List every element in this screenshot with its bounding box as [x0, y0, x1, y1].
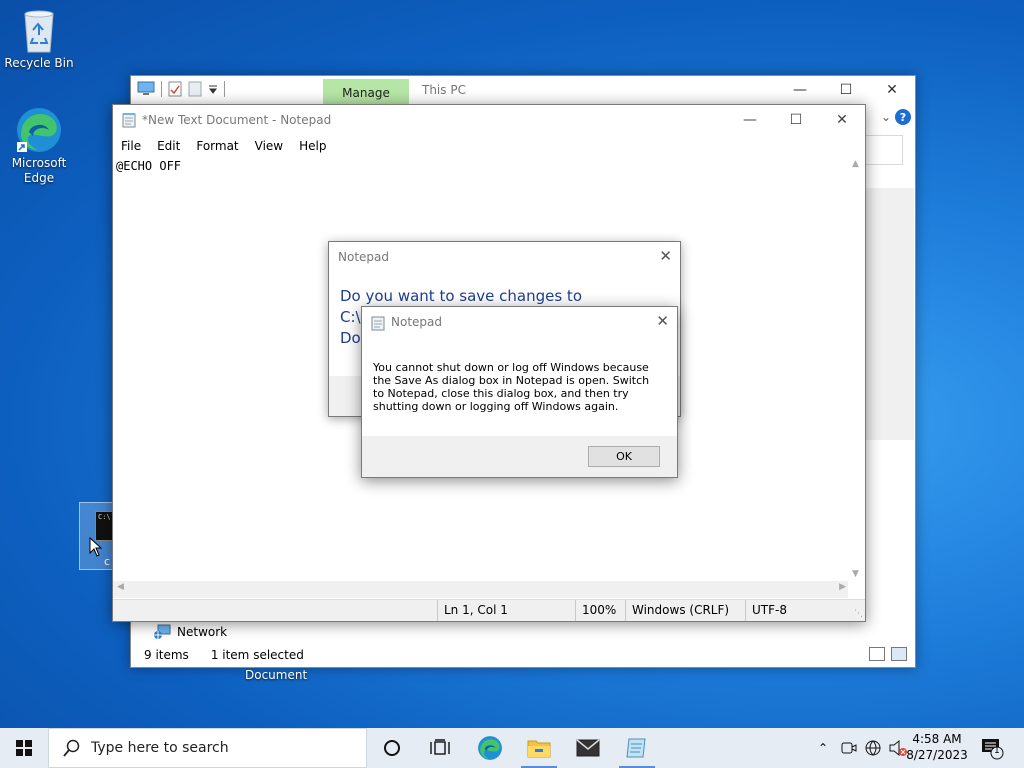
- show-hidden-icons-icon[interactable]: ⌃: [814, 741, 832, 755]
- save-question-line: Do you want to save changes to: [340, 287, 582, 305]
- task-view-button[interactable]: [416, 728, 464, 768]
- desktop-icon-label: Microsoft Edge: [11, 156, 67, 185]
- desktop-icon-edge[interactable]: Microsoft Edge: [2, 106, 76, 186]
- action-center-button[interactable]: 1: [980, 736, 1004, 763]
- customize-toolbar-icon[interactable]: [208, 83, 218, 95]
- notepad-titlebar[interactable]: *New Text Document - Notepad — ☐ ✕: [113, 105, 865, 136]
- toolbar-divider: [224, 81, 225, 97]
- help-icon[interactable]: ?: [895, 109, 911, 125]
- notification-count: 1: [994, 746, 1000, 756]
- network-globe-icon[interactable]: [864, 739, 882, 757]
- scroll-left-icon[interactable]: ◀: [117, 582, 124, 592]
- start-button[interactable]: [0, 728, 48, 768]
- vertical-scrollbar[interactable]: ▲ ▼: [848, 157, 865, 581]
- details-view-icon[interactable]: [869, 647, 885, 661]
- edge-icon: [478, 736, 502, 760]
- zoom-level: 100%: [575, 600, 616, 621]
- chevron-down-icon[interactable]: ⌄: [881, 110, 891, 124]
- search-icon: [63, 739, 80, 757]
- scroll-up-icon[interactable]: ▲: [852, 159, 859, 169]
- nav-item-label: Network: [177, 625, 228, 639]
- taskbar-search[interactable]: Type here to search: [48, 728, 367, 768]
- notepad-icon: [371, 316, 385, 331]
- dialog-button-area: OK: [362, 436, 677, 477]
- close-icon[interactable]: ✕: [656, 312, 669, 330]
- cursor-position: Ln 1, Col 1: [437, 600, 508, 621]
- taskbar-notepad[interactable]: [613, 728, 661, 768]
- menu-file[interactable]: File: [113, 137, 149, 157]
- horizontal-scrollbar[interactable]: ◀ ▶: [113, 581, 848, 598]
- cortana-button[interactable]: [368, 728, 416, 768]
- close-button[interactable]: ✕: [819, 105, 865, 135]
- item-count: 9 items: [144, 648, 189, 662]
- notepad-icon: [122, 113, 136, 128]
- recycle-bin-icon: [24, 10, 54, 53]
- minimize-button[interactable]: —: [727, 105, 773, 135]
- taskbar: Type here to search ⌃ 4:58 AM 8/27/2023 …: [0, 728, 1024, 768]
- system-tray: ⌃: [814, 728, 908, 768]
- taskbar-file-explorer[interactable]: [515, 728, 563, 768]
- meet-now-icon[interactable]: [840, 740, 858, 756]
- quick-access-toolbar: [137, 81, 225, 97]
- tab-manage[interactable]: Manage: [323, 79, 409, 106]
- desktop-document-label: Document: [245, 668, 308, 682]
- resize-grip-icon[interactable]: ⋱: [854, 609, 863, 619]
- task-view-icon: [430, 739, 450, 755]
- maximize-button[interactable]: ☐: [823, 76, 869, 104]
- close-icon[interactable]: ✕: [659, 247, 672, 265]
- menu-bar: File Edit Format View Help: [113, 137, 334, 157]
- shutdown-blocked-dialog[interactable]: Notepad ✕ You cannot shut down or log of…: [361, 306, 678, 478]
- encoding: UTF-8: [745, 600, 787, 621]
- desktop-icon-recycle-bin[interactable]: Recycle Bin: [2, 8, 76, 71]
- explorer-status-bar: 9 items 1 item selected: [144, 648, 304, 662]
- view-toggle: [869, 647, 907, 661]
- computer-icon[interactable]: [137, 81, 155, 97]
- windows-logo-icon: [16, 740, 32, 756]
- toolbar-divider: [161, 81, 162, 97]
- network-icon: [154, 624, 171, 639]
- notification-icon: [982, 739, 1004, 760]
- dialog-title: Notepad: [338, 250, 389, 264]
- menu-help[interactable]: Help: [291, 137, 334, 157]
- notepad-title: *New Text Document - Notepad: [142, 113, 332, 127]
- explorer-titlebar[interactable]: Manage This PC — ☐ ✕: [131, 76, 915, 106]
- desktop-icon-label: Recycle Bin: [4, 56, 74, 70]
- edge-icon: [17, 108, 61, 152]
- folder-icon: [527, 740, 551, 758]
- mail-icon: [576, 739, 600, 757]
- scroll-down-icon[interactable]: ▼: [852, 569, 859, 579]
- minimize-button[interactable]: —: [777, 76, 823, 104]
- taskbar-mail[interactable]: [564, 728, 612, 768]
- scroll-right-icon[interactable]: ▶: [839, 582, 846, 592]
- clock-time: 4:58 AM: [912, 732, 962, 746]
- dialog-message: You cannot shut down or log off Windows …: [373, 361, 650, 413]
- ok-button[interactable]: OK: [588, 446, 660, 467]
- menu-edit[interactable]: Edit: [149, 137, 188, 157]
- search-input[interactable]: [861, 135, 903, 165]
- properties-icon[interactable]: [168, 81, 182, 97]
- maximize-button[interactable]: ☐: [773, 105, 819, 135]
- menu-format[interactable]: Format: [188, 137, 246, 157]
- nav-item-network[interactable]: Network: [153, 624, 227, 640]
- mouse-cursor-icon: [89, 537, 103, 557]
- dialog-title: Notepad: [391, 315, 442, 329]
- clock-date: 8/27/2023: [906, 748, 968, 762]
- large-icons-view-icon[interactable]: [891, 647, 907, 661]
- line-ending: Windows (CRLF): [625, 600, 729, 621]
- new-folder-icon[interactable]: [188, 81, 202, 97]
- explorer-title: This PC: [422, 83, 466, 97]
- taskbar-edge[interactable]: [466, 728, 514, 768]
- details-pane: [862, 188, 914, 440]
- close-button[interactable]: ✕: [869, 76, 915, 104]
- menu-view[interactable]: View: [247, 137, 291, 157]
- selection-count: 1 item selected: [210, 648, 304, 662]
- taskbar-clock[interactable]: 4:58 AM 8/27/2023: [902, 731, 972, 763]
- search-placeholder: Type here to search: [91, 740, 229, 756]
- notepad-icon: [626, 738, 646, 758]
- notepad-status-bar: Ln 1, Col 1 100% Windows (CRLF) UTF-8 ⋱: [113, 599, 865, 621]
- cortana-icon: [384, 740, 400, 756]
- desktop-icon-label: c: [104, 555, 111, 568]
